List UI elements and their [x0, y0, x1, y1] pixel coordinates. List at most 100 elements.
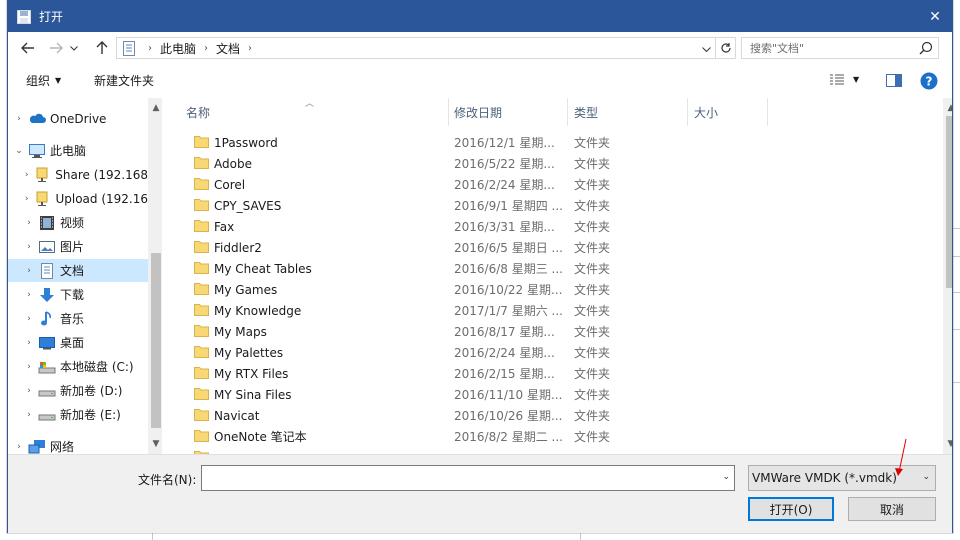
collapse-chevron-icon[interactable]: ⌄ [14, 146, 24, 156]
preview-pane-icon [886, 74, 902, 87]
preview-pane-button[interactable] [886, 74, 902, 87]
scroll-up-icon[interactable]: ▲ [943, 100, 952, 116]
file-date: 2016/6/8 星期三 ... [454, 262, 563, 276]
nav-item-upload-drive[interactable]: › Upload (192.16 [8, 187, 148, 210]
network-icon [28, 439, 46, 455]
file-type: 文件夹 [574, 367, 611, 381]
change-view-button[interactable] [830, 74, 844, 86]
back-button[interactable] [18, 38, 38, 58]
nav-item-videos[interactable]: › 视频 [8, 211, 148, 234]
file-row[interactable]: OneNote 笔记本 2016/8/2 星期二 ... 文件夹 [165, 426, 935, 447]
nav-item-label: 下载 [60, 288, 85, 302]
file-row[interactable]: CPY_SAVES 2016/9/1 星期四 ... 文件夹 [165, 195, 935, 216]
expand-chevron-icon[interactable]: › [24, 314, 34, 324]
new-folder-button[interactable]: 新建文件夹 [94, 72, 154, 89]
nav-item-desktop[interactable]: › 桌面 [8, 331, 148, 354]
file-list-scrollbar[interactable]: ▲ ▼ [943, 98, 952, 454]
file-row[interactable]: My Knowledge 2017/1/7 星期六 ... 文件夹 [165, 300, 935, 321]
scroll-up-icon[interactable]: ▲ [148, 100, 162, 116]
column-header-name[interactable]: 名称 [180, 98, 449, 126]
chevron-down-icon[interactable]: ⌄ [722, 472, 730, 482]
nav-item-volume-e[interactable]: › 新加卷 (E:) [8, 403, 148, 426]
file-row-partial [165, 447, 935, 454]
expand-chevron-icon[interactable]: › [14, 114, 24, 124]
nav-scrollbar[interactable]: ▲ ▼ [148, 98, 162, 454]
expand-chevron-icon[interactable]: › [24, 338, 34, 348]
forward-arrow-icon [50, 42, 63, 54]
column-header-size[interactable]: 大小 [688, 98, 768, 126]
column-header-type[interactable]: 类型 [568, 98, 688, 126]
scroll-thumb[interactable] [946, 116, 952, 288]
file-row[interactable]: My Palettes 2016/2/24 星期... 文件夹 [165, 342, 935, 363]
expand-chevron-icon[interactable]: › [14, 442, 24, 452]
file-date: 2016/5/22 星期... [454, 157, 555, 171]
file-row[interactable]: My Cheat Tables 2016/6/8 星期三 ... 文件夹 [165, 258, 935, 279]
file-row[interactable]: My Maps 2016/8/17 星期... 文件夹 [165, 321, 935, 342]
file-row[interactable]: Fax 2016/3/31 星期... 文件夹 [165, 216, 935, 237]
computer-icon [28, 143, 46, 159]
close-button[interactable]: ✕ [918, 1, 952, 32]
nav-item-network[interactable]: › 网络 [8, 435, 148, 454]
search-input[interactable] [742, 38, 912, 58]
refresh-button[interactable] [715, 38, 735, 58]
view-options-dropdown[interactable]: ▼ [853, 75, 859, 84]
nav-item-local-disk-c[interactable]: › 本地磁盘 (C:) [8, 355, 148, 378]
file-row[interactable]: My RTX Files 2016/2/15 星期... 文件夹 [165, 363, 935, 384]
filename-input[interactable] [202, 466, 702, 490]
expand-chevron-icon[interactable]: › [24, 362, 34, 372]
nav-item-music[interactable]: › 音乐 [8, 307, 148, 330]
help-button[interactable]: ? [920, 72, 938, 90]
file-type: 文件夹 [574, 346, 611, 360]
file-date: 2016/2/15 星期... [454, 367, 555, 381]
column-header-date[interactable]: 修改日期 [448, 98, 568, 126]
scroll-down-icon[interactable]: ▼ [148, 436, 162, 452]
network-drive-icon [33, 167, 51, 183]
nav-item-documents[interactable]: › 文档 [8, 259, 148, 282]
expand-chevron-icon[interactable]: › [24, 194, 29, 204]
breadcrumb-documents[interactable]: 文档 [216, 40, 240, 57]
nav-item-pictures[interactable]: › 图片 [8, 235, 148, 258]
folder-icon [194, 324, 209, 337]
nav-item-downloads[interactable]: › 下载 [8, 283, 148, 306]
open-button[interactable]: 打开(O) [748, 497, 834, 521]
nav-item-onedrive[interactable]: › OneDrive [8, 107, 148, 130]
file-row[interactable]: My Games 2016/10/22 星期... 文件夹 [165, 279, 935, 300]
expand-chevron-icon[interactable]: › [24, 266, 34, 276]
onedrive-icon [28, 111, 46, 127]
recent-locations-button[interactable] [66, 38, 82, 58]
address-bar[interactable]: › 此电脑 › 文档 › [116, 37, 736, 59]
file-type: 文件夹 [574, 283, 611, 297]
expand-chevron-icon[interactable]: › [24, 218, 34, 228]
expand-chevron-icon[interactable]: › [24, 386, 34, 396]
expand-chevron-icon[interactable]: › [24, 242, 34, 252]
scroll-thumb[interactable] [151, 253, 161, 428]
file-row[interactable]: Fiddler2 2016/6/5 星期日 ... 文件夹 [165, 237, 935, 258]
file-name: Navicat [214, 408, 260, 423]
expand-chevron-icon[interactable]: › [24, 170, 29, 180]
up-button[interactable] [92, 38, 112, 58]
file-type: 文件夹 [574, 304, 611, 318]
forward-button[interactable] [46, 38, 66, 58]
cancel-button[interactable]: 取消 [848, 497, 936, 521]
file-name: My Palettes [214, 345, 284, 360]
file-row[interactable]: Navicat 2016/10/26 星期... 文件夹 [165, 405, 935, 426]
scroll-down-icon[interactable]: ▼ [943, 436, 952, 452]
file-type: 文件夹 [574, 136, 611, 150]
search-icon[interactable] [919, 41, 933, 55]
file-row[interactable]: 1Password 2016/12/1 星期... 文件夹 [165, 132, 935, 153]
nav-item-share-drive[interactable]: › Share (192.168 [8, 163, 148, 186]
nav-item-this-pc[interactable]: ⌄ 此电脑 [8, 139, 148, 162]
help-icon: ? [920, 72, 938, 90]
nav-item-volume-d[interactable]: › 新加卷 (D:) [8, 379, 148, 402]
expand-chevron-icon[interactable]: › [24, 410, 34, 420]
save-icon [17, 9, 31, 24]
organize-button[interactable]: 组织 ▼ [26, 72, 61, 89]
expand-chevron-icon[interactable]: › [24, 290, 34, 300]
file-row[interactable]: Corel 2016/2/24 星期... 文件夹 [165, 174, 935, 195]
navigation-pane: › OneDrive ⌄ 此电脑 › Share (192.168 › Uplo… [8, 98, 162, 454]
address-dropdown-button[interactable] [699, 42, 713, 56]
folder-icon [194, 198, 209, 211]
file-row[interactable]: MY Sina Files 2016/11/10 星期... 文件夹 [165, 384, 935, 405]
file-row[interactable]: Adobe 2016/5/22 星期... 文件夹 [165, 153, 935, 174]
breadcrumb-this-pc[interactable]: 此电脑 [160, 40, 196, 57]
